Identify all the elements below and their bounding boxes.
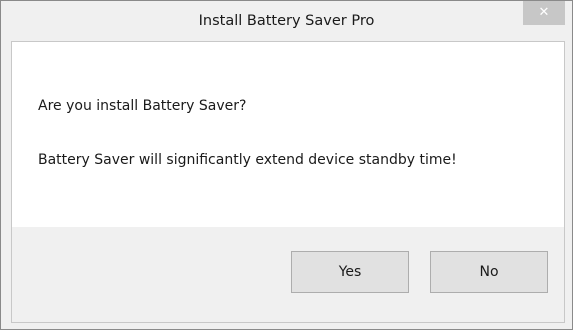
window-title: Install Battery Saver Pro <box>198 13 375 29</box>
no-button[interactable]: No <box>430 251 548 293</box>
close-icon: ✕ <box>538 5 550 20</box>
message-area: Are you install Battery Saver? Battery S… <box>12 42 564 227</box>
install-dialog: Install Battery Saver Pro ✕ Are you inst… <box>0 0 573 330</box>
dialog-body: Are you install Battery Saver? Battery S… <box>11 41 565 323</box>
close-button[interactable]: ✕ <box>523 1 565 25</box>
title-bar[interactable]: Install Battery Saver Pro ✕ <box>1 1 572 41</box>
yes-button[interactable]: Yes <box>291 251 409 293</box>
question-text: Are you install Battery Saver? <box>38 98 247 114</box>
description-text: Battery Saver will significantly extend … <box>38 152 457 168</box>
